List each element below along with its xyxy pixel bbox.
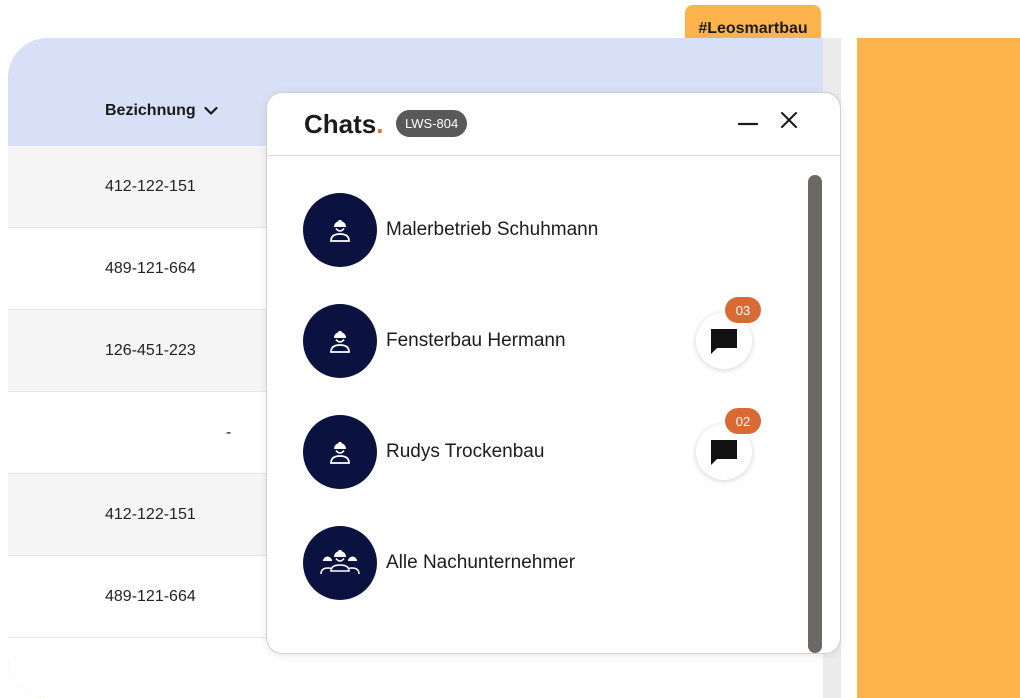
chat-header: Chats. LWS-804 (267, 93, 840, 156)
chat-title-text: Chats (304, 109, 377, 139)
minimize-button[interactable] (736, 109, 760, 133)
contact-name: Malerbetrieb Schuhmann (386, 219, 599, 240)
workers-group-icon (320, 550, 360, 575)
row-value: 412-122-151 (105, 177, 196, 195)
worker-icon (330, 331, 350, 353)
row-value: 126-451-223 (105, 341, 196, 359)
contact-name: Alle Nachunternehmer (386, 552, 576, 573)
chat-contact[interactable]: Alle Nachunternehmer (303, 526, 773, 600)
avatar (303, 304, 377, 378)
close-icon (781, 112, 797, 128)
chat-bubble-icon (711, 329, 737, 354)
row-value: 489-121-664 (105, 259, 196, 277)
close-button[interactable] (777, 109, 801, 133)
avatar (303, 415, 377, 489)
worker-icon (330, 442, 350, 464)
scrollbar[interactable] (808, 175, 822, 653)
contact-name: Fensterbau Hermann (386, 330, 566, 351)
unread-count-badge: 02 (725, 408, 761, 434)
chevron-down-icon (204, 106, 218, 115)
row-value: - (226, 423, 232, 441)
project-badge: LWS-804 (396, 110, 468, 137)
chat-contact[interactable]: Malerbetrieb Schuhmann (303, 193, 773, 267)
column-header-bezichnung[interactable]: Bezichnung (105, 102, 218, 120)
contact-name: Rudys Trockenbau (386, 441, 545, 462)
chat-title-dot: . (376, 109, 384, 139)
column-header-label: Bezichnung (105, 102, 196, 119)
row-value: 412-122-151 (105, 505, 196, 523)
chat-title: Chats. (304, 109, 383, 140)
row-value: 489-121-664 (105, 587, 196, 605)
unread-count-badge: 03 (725, 297, 761, 323)
worker-icon (330, 220, 350, 242)
chat-bubble-icon (711, 440, 737, 465)
chat-window: Chats. LWS-804 Malerbetrieb Schuhmann Fe… (266, 92, 841, 654)
minimize-icon (737, 122, 759, 126)
avatar (303, 193, 377, 267)
panel-divider-light (841, 38, 857, 698)
avatar (303, 526, 377, 600)
